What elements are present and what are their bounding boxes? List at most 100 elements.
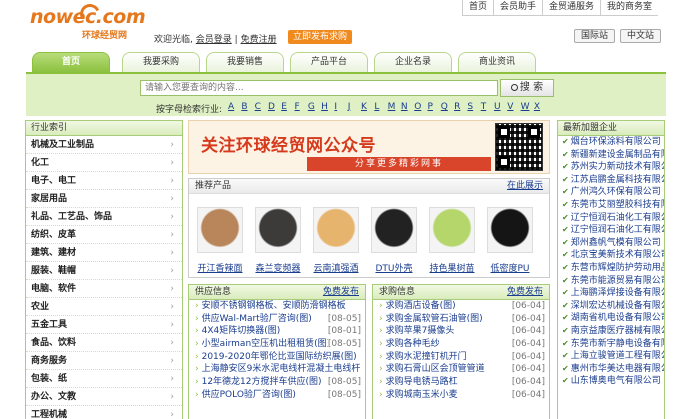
- industry-item[interactable]: 农业 ›: [26, 298, 182, 316]
- company-item[interactable]: ✔ 湖南省机电设备有限公司: [558, 312, 664, 325]
- industry-item[interactable]: 包装、纸 ›: [26, 370, 182, 388]
- company-item[interactable]: ✔ 山东博奥电气有限公司: [558, 375, 664, 388]
- product-caption[interactable]: 开江香辣面: [195, 261, 245, 274]
- company-item[interactable]: ✔ 苏州实力新动技术有限公: [558, 161, 664, 174]
- news-title[interactable]: 求购苹果7摄像头: [386, 326, 455, 336]
- company-item[interactable]: ✔ 深圳宏达机械设备有限公: [558, 300, 664, 313]
- industry-item[interactable]: 化工 ›: [26, 154, 182, 172]
- purchase-publish-link[interactable]: 免费发布: [507, 285, 543, 300]
- company-item[interactable]: ✔ 北京宝美新技术有限公司: [558, 249, 664, 262]
- tab-news[interactable]: 商业资讯: [458, 52, 536, 72]
- top-link-member-assistant[interactable]: 会员助手: [493, 0, 542, 15]
- alphabet-letter-n[interactable]: N: [401, 102, 414, 112]
- product-caption[interactable]: 持色果树苗: [427, 261, 477, 274]
- product-card[interactable]: DTU外壳: [369, 207, 419, 274]
- tab-home[interactable]: 首页: [32, 52, 110, 72]
- news-row[interactable]: › 求购城南玉米小麦 [06-04]: [373, 388, 549, 402]
- tab-sell[interactable]: 我要销售: [206, 52, 284, 72]
- company-item[interactable]: ✔ 烟台环保涂料有限公司: [558, 136, 664, 149]
- news-title[interactable]: 求购酒店设备(图): [386, 301, 456, 311]
- company-name[interactable]: 湖南省机电设备有限公司: [571, 313, 664, 323]
- alphabet-letter-g[interactable]: G: [308, 102, 321, 112]
- news-title[interactable]: 上海静安区9米水泥电线杆混凝土电线杆: [202, 364, 361, 374]
- company-name[interactable]: 东莞市能源贸易有限公司: [571, 276, 664, 286]
- product-caption[interactable]: 低密度PU: [485, 261, 535, 274]
- industry-item[interactable]: 礼品、工艺品、饰品 ›: [26, 208, 182, 226]
- company-item[interactable]: ✔ 东莞市能源贸易有限公司: [558, 275, 664, 288]
- alphabet-letter-r[interactable]: R: [454, 102, 467, 112]
- news-row[interactable]: › 12年德龙12方搅拌车供应(图) [08-05]: [189, 376, 365, 389]
- company-item[interactable]: ✔ 辽宁恒润石油化工有限公: [558, 224, 664, 237]
- industry-item[interactable]: 五金工具 ›: [26, 316, 182, 334]
- company-name[interactable]: 山东博奥电气有限公司: [571, 376, 661, 386]
- company-name[interactable]: 东莞市艾丽塑胶科技有限: [571, 200, 664, 210]
- search-input[interactable]: [140, 80, 498, 96]
- product-card[interactable]: 开江香辣面: [195, 207, 245, 274]
- alphabet-letter-s[interactable]: S: [467, 102, 480, 112]
- alphabet-letter-a[interactable]: A: [228, 102, 241, 112]
- alphabet-letter-f[interactable]: F: [295, 102, 308, 112]
- news-title[interactable]: 求购导电锈马路杠: [386, 377, 458, 387]
- news-title[interactable]: 4X4矩阵切换器(图): [202, 326, 281, 336]
- industry-item[interactable]: 工程机械 ›: [26, 406, 182, 419]
- company-name[interactable]: 广州鸿久环保有限公司: [571, 187, 661, 197]
- news-row[interactable]: › 求购酒店设备(图) [06-04]: [373, 300, 549, 313]
- news-title[interactable]: 供应Wal-Mart验厂咨询(图): [202, 314, 312, 324]
- alphabet-letter-t[interactable]: T: [481, 102, 494, 112]
- alphabet-letter-q[interactable]: Q: [441, 102, 454, 112]
- company-name[interactable]: 北京宝美新技术有限公司: [571, 250, 664, 260]
- alphabet-letter-h[interactable]: H: [321, 102, 334, 112]
- news-row[interactable]: › 供应POLO验厂咨询(图) [08-05]: [189, 388, 365, 402]
- news-row[interactable]: › 供应Wal-Mart验厂咨询(图) [08-05]: [189, 312, 365, 326]
- company-name[interactable]: 辽宁恒润石油化工有限公: [571, 225, 664, 235]
- alphabet-letter-d[interactable]: D: [268, 102, 281, 112]
- industry-item[interactable]: 建筑、建材 ›: [26, 244, 182, 262]
- company-item[interactable]: ✔ 南京益康医疗器械有限公: [558, 325, 664, 338]
- news-title[interactable]: 12年德龙12方搅拌车供应(图): [202, 377, 322, 387]
- news-title[interactable]: 2019-2020年鄂伦比亚国际纺织展(图): [202, 352, 357, 362]
- top-link-jinmaotong[interactable]: 金贸通服务: [542, 0, 600, 15]
- register-link[interactable]: 免费注册: [241, 35, 277, 45]
- products-more-link[interactable]: 在此展示: [507, 179, 543, 194]
- news-row[interactable]: › 求购石膏山区会顶管管道 [06-04]: [373, 363, 549, 377]
- product-card[interactable]: 低密度PU: [485, 207, 535, 274]
- industry-item[interactable]: 商务服务 ›: [26, 352, 182, 370]
- company-item[interactable]: ✔ 江苏启鹏金属科技有限公: [558, 174, 664, 187]
- company-name[interactable]: 新疆新建设金属制品有限: [571, 150, 664, 160]
- industry-item[interactable]: 办公、文教 ›: [26, 388, 182, 406]
- industry-item[interactable]: 家居用品 ›: [26, 190, 182, 208]
- news-title[interactable]: 求购城南玉米小麦: [386, 390, 458, 400]
- news-title[interactable]: 供应POLO验厂咨询(图): [202, 390, 296, 400]
- alphabet-letter-x[interactable]: X: [534, 102, 547, 112]
- company-name[interactable]: 上海立骏管道工程有限公: [571, 351, 664, 361]
- product-caption[interactable]: DTU外壳: [369, 261, 419, 274]
- product-image[interactable]: [255, 207, 301, 253]
- industry-item[interactable]: 电子、电工 ›: [26, 172, 182, 190]
- company-name[interactable]: 辽宁恒润石油化工有限公: [571, 213, 664, 223]
- product-card[interactable]: 持色果树苗: [427, 207, 477, 274]
- alphabet-letter-j[interactable]: J: [348, 102, 361, 112]
- chinese-site-button[interactable]: 中文站: [620, 29, 662, 43]
- company-item[interactable]: ✔ 辽宁恒润石油化工有限公: [558, 212, 664, 225]
- news-title[interactable]: 小型airman空压机出租租赁(图): [202, 339, 331, 349]
- alphabet-letter-c[interactable]: C: [255, 102, 268, 112]
- alphabet-letter-u[interactable]: U: [494, 102, 507, 112]
- company-name[interactable]: 烟台环保涂料有限公司: [571, 137, 661, 147]
- news-title[interactable]: 求购石膏山区会顶管管道: [386, 364, 485, 374]
- alphabet-letter-b[interactable]: B: [241, 102, 254, 112]
- supply-publish-link[interactable]: 免费发布: [323, 285, 359, 300]
- company-item[interactable]: ✔ 东营市辉煌防护劳动用品: [558, 262, 664, 275]
- company-item[interactable]: ✔ 广州鸿久环保有限公司: [558, 186, 664, 199]
- news-title[interactable]: 安顺不锈钢钢格板、安顺防滑钢格板: [202, 301, 346, 311]
- alphabet-letter-i[interactable]: I: [334, 102, 347, 112]
- company-name[interactable]: 苏州实力新动技术有限公: [571, 162, 664, 172]
- login-link[interactable]: 会员登录: [196, 35, 232, 45]
- alphabet-letter-o[interactable]: O: [414, 102, 427, 112]
- alphabet-letter-w[interactable]: W: [521, 102, 534, 112]
- company-item[interactable]: ✔ 新疆新建设金属制品有限: [558, 149, 664, 162]
- product-image[interactable]: [197, 207, 243, 253]
- news-row[interactable]: › 求购苹果7摄像头 [06-04]: [373, 325, 549, 339]
- international-site-button[interactable]: 国际站: [574, 29, 616, 43]
- industry-item[interactable]: 电脑、软件 ›: [26, 280, 182, 298]
- product-image[interactable]: [487, 207, 533, 253]
